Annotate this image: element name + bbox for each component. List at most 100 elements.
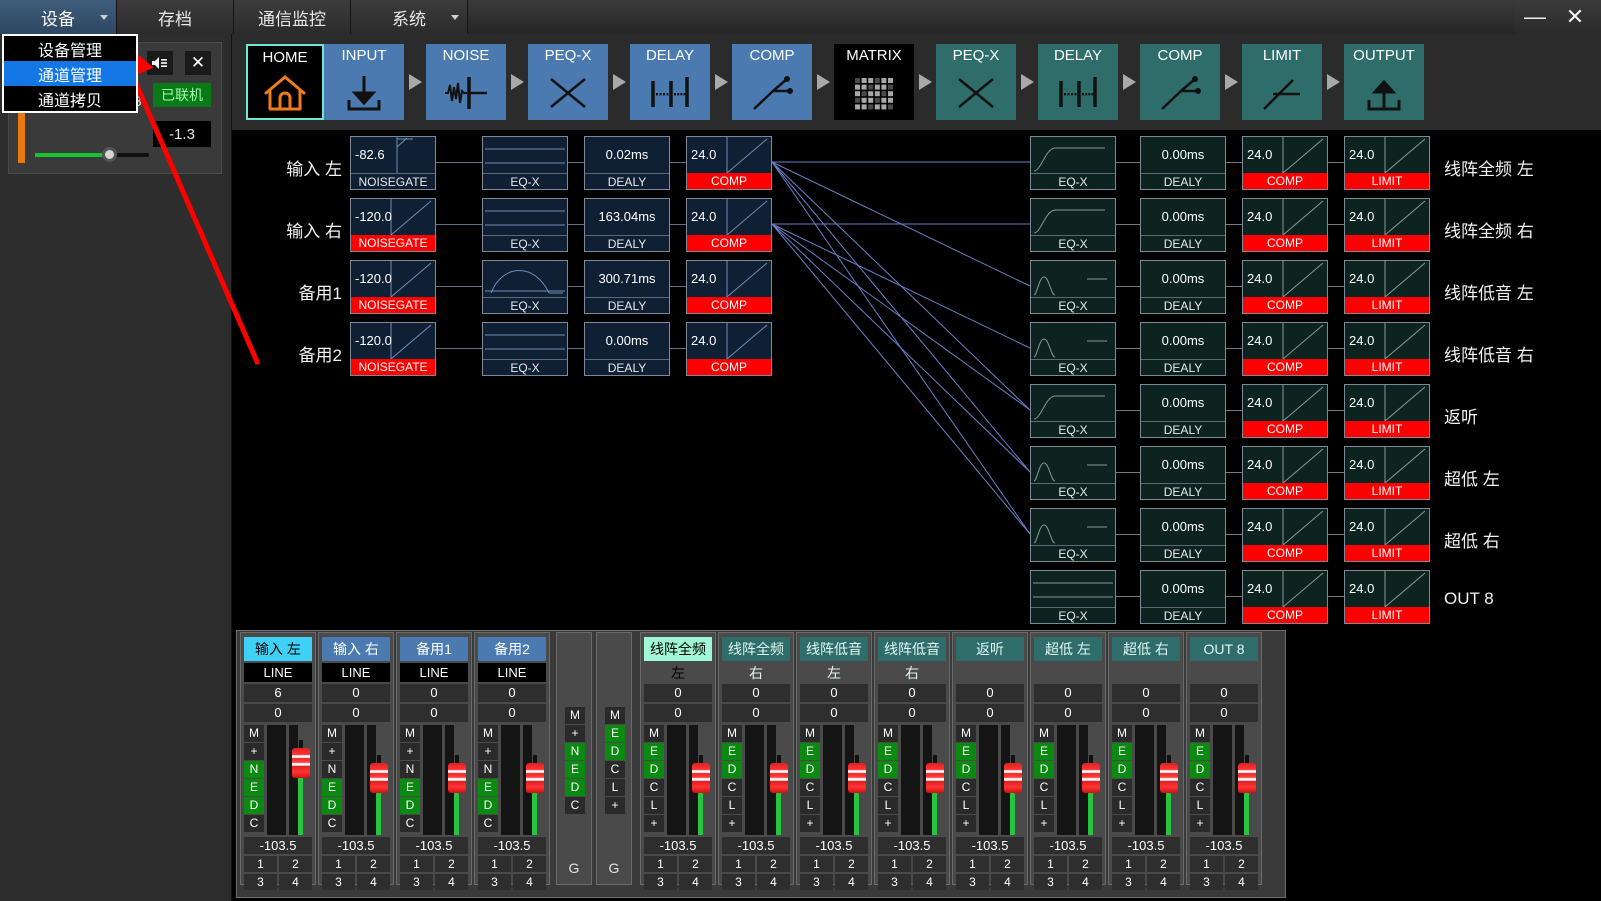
mixer-strip-trim[interactable]: 0 [244, 704, 312, 722]
mixer-strip-name[interactable]: 备用2 [478, 637, 546, 661]
fader-handle[interactable] [1004, 762, 1022, 793]
mixer-group-button-D[interactable]: D [605, 743, 625, 760]
mixer-strip-trim[interactable]: 0 [644, 704, 712, 722]
mixer-preset-3[interactable]: 3 [1112, 874, 1145, 890]
mixer-button-D[interactable]: D [878, 761, 898, 778]
input-noisegate-cell[interactable]: -120.0 NOISEGATE [350, 322, 436, 376]
input-noisegate-cell[interactable]: -120.0 NOISEGATE [350, 260, 436, 314]
input-comp-cell[interactable]: 24.0 COMP [686, 322, 772, 376]
mixer-button-C[interactable]: C [644, 779, 664, 796]
mixer-preset-2[interactable]: 2 [757, 856, 790, 872]
mixer-preset-3[interactable]: 3 [244, 874, 277, 890]
input-eq-cell[interactable]: EQ-X [482, 198, 568, 252]
mixer-button-E[interactable]: E [244, 779, 264, 796]
mixer-preset-3[interactable]: 3 [322, 874, 355, 890]
mixer-preset-4[interactable]: 4 [513, 874, 546, 890]
output-comp-cell[interactable]: 24.0 COMP [1242, 446, 1328, 500]
dropdown-item-2[interactable]: 通道拷贝 [4, 86, 136, 111]
mixer-preset-3[interactable]: 3 [956, 874, 989, 890]
output-comp-cell[interactable]: 24.0 COMP [1242, 136, 1328, 190]
output-limit-cell[interactable]: 24.0 LIMIT [1344, 384, 1430, 438]
input-noisegate-cell[interactable]: -82.6 NOISEGATE [350, 136, 436, 190]
mixer-button-M[interactable]: M [244, 725, 264, 742]
mixer-group-button-M[interactable]: M [605, 707, 625, 724]
mixer-button-E[interactable]: E [722, 743, 742, 760]
mixer-button-+[interactable]: + [644, 815, 664, 832]
mixer-strip-gain[interactable]: 0 [1190, 684, 1258, 702]
mixer-preset-4[interactable]: 4 [1225, 874, 1258, 890]
mixer-button-+[interactable]: + [800, 815, 820, 832]
mixer-button-M[interactable]: M [400, 725, 420, 742]
mixer-preset-4[interactable]: 4 [913, 874, 946, 890]
mixer-strip-gain[interactable]: 0 [322, 684, 390, 702]
mixer-fader[interactable] [1082, 725, 1100, 835]
mixer-fader[interactable] [1238, 725, 1256, 835]
chain-block-home-0[interactable]: HOME [246, 44, 324, 120]
mixer-preset-1[interactable]: 1 [1112, 856, 1145, 872]
menu-tab-1[interactable]: 存档 [117, 0, 234, 34]
output-delay-cell[interactable]: 0.00ms DEALY [1140, 136, 1226, 190]
mixer-preset-1[interactable]: 1 [800, 856, 833, 872]
dropdown-item-1[interactable]: 通道管理 [4, 61, 136, 86]
mixer-button-C[interactable]: C [800, 779, 820, 796]
input-delay-cell[interactable]: 163.04ms DEALY [584, 198, 670, 252]
mixer-fader[interactable] [448, 725, 466, 835]
mixer-group-button-E[interactable]: E [565, 761, 585, 778]
chain-block-comp-5[interactable]: COMP [732, 44, 812, 120]
mixer-button-E[interactable]: E [1034, 743, 1054, 760]
mixer-strip-trim[interactable]: 0 [400, 704, 468, 722]
chain-block-comp-9[interactable]: COMP [1140, 44, 1220, 120]
mixer-group-button-N[interactable]: N [565, 743, 585, 760]
mixer-fader[interactable] [692, 725, 710, 835]
output-eq-cell[interactable]: EQ-X [1030, 446, 1116, 500]
mixer-preset-4[interactable]: 4 [279, 874, 312, 890]
mixer-button-M[interactable]: M [878, 725, 898, 742]
mixer-strip-name[interactable]: 返听 [956, 637, 1024, 661]
mixer-button-C[interactable]: C [956, 779, 976, 796]
fader-handle[interactable] [926, 762, 944, 793]
mixer-button-D[interactable]: D [478, 797, 498, 814]
mixer-button-D[interactable]: D [1112, 761, 1132, 778]
output-delay-cell[interactable]: 0.00ms DEALY [1140, 384, 1226, 438]
mixer-strip-output-1[interactable]: 线阵全频 右 0 0 M E D C L + -103.5 1 2 3 4 [718, 632, 794, 890]
mixer-strip-name[interactable]: 线阵全频 左 [644, 637, 712, 681]
mixer-button-D[interactable]: D [800, 761, 820, 778]
output-comp-cell[interactable]: 24.0 COMP [1242, 322, 1328, 376]
mixer-strip-gain[interactable]: 0 [478, 684, 546, 702]
fader-handle[interactable] [292, 748, 310, 779]
mixer-preset-1[interactable]: 1 [644, 856, 677, 872]
mixer-preset-1[interactable]: 1 [322, 856, 355, 872]
output-comp-cell[interactable]: 24.0 COMP [1242, 198, 1328, 252]
mixer-button-C[interactable]: C [322, 815, 342, 832]
mixer-preset-1[interactable]: 1 [878, 856, 911, 872]
close-icon[interactable]: ✕ [185, 51, 211, 75]
mixer-preset-2[interactable]: 2 [679, 856, 712, 872]
mixer-button-D[interactable]: D [644, 761, 664, 778]
mixer-preset-1[interactable]: 1 [956, 856, 989, 872]
mixer-preset-2[interactable]: 2 [435, 856, 468, 872]
output-limit-cell[interactable]: 24.0 LIMIT [1344, 260, 1430, 314]
mixer-button-L[interactable]: L [878, 797, 898, 814]
close-button[interactable]: ✕ [1555, 0, 1595, 34]
minimize-button[interactable]: — [1515, 0, 1555, 34]
mixer-button-M[interactable]: M [1190, 725, 1210, 742]
mixer-button-C[interactable]: C [478, 815, 498, 832]
mixer-preset-2[interactable]: 2 [913, 856, 946, 872]
input-comp-cell[interactable]: 24.0 COMP [686, 198, 772, 252]
mixer-strip-gain[interactable]: 0 [800, 684, 868, 702]
output-delay-cell[interactable]: 0.00ms DEALY [1140, 198, 1226, 252]
mixer-button-D[interactable]: D [244, 797, 264, 814]
input-eq-cell[interactable]: EQ-X [482, 260, 568, 314]
output-delay-cell[interactable]: 0.00ms DEALY [1140, 260, 1226, 314]
mixer-button-D[interactable]: D [322, 797, 342, 814]
fader-handle[interactable] [448, 762, 466, 793]
mixer-preset-3[interactable]: 3 [400, 874, 433, 890]
mixer-button-M[interactable]: M [1034, 725, 1054, 742]
mixer-group-label[interactable]: G [597, 860, 631, 876]
mixer-strip-source[interactable]: LINE [322, 663, 390, 682]
mixer-button-C[interactable]: C [244, 815, 264, 832]
mixer-button-+[interactable]: + [1190, 815, 1210, 832]
mixer-preset-3[interactable]: 3 [1190, 874, 1223, 890]
mixer-preset-1[interactable]: 1 [478, 856, 511, 872]
mixer-preset-2[interactable]: 2 [513, 856, 546, 872]
